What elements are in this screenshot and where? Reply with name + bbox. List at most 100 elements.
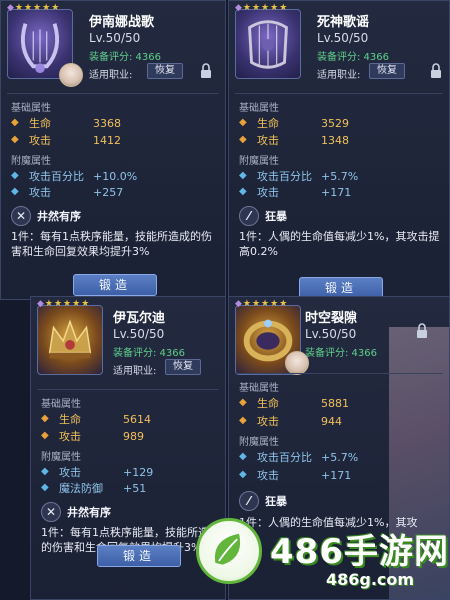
stat-value: 944 [321,414,342,428]
job-label: 适用职业: [89,70,133,81]
stat-value: 1412 [93,133,121,147]
character-portrait[interactable] [59,63,83,87]
stat-value: 989 [123,429,144,443]
equipment-name: 伊南娜战歌 [89,15,155,30]
set-name: 井然有序 [37,210,81,223]
stat-label: 攻击 [257,415,279,428]
enchant-label: 攻击 [257,186,279,199]
diamond-icon: ◆ [41,466,49,477]
slash-icon: ⁄ [239,206,259,226]
equipment-art-crown[interactable] [37,305,103,375]
stat-value: 3529 [321,116,349,130]
watermark-url: 486g.com [326,570,415,589]
equipment-score: 装备评分: 4366 [113,348,185,359]
enchant-value: +129 [123,465,154,479]
slash-icon: ⁄ [239,491,259,511]
watermark-title: 486手游网 [270,532,449,572]
divider [7,93,219,94]
enchant-label: 攻击百分比 [257,451,312,464]
lock-icon[interactable] [429,63,443,79]
stat-label: 攻击 [59,430,81,443]
stat-row-attack: ◆ 攻击 944 [239,413,342,429]
enchant-label: 攻击 [257,469,279,482]
restore-button[interactable]: 恢复 [147,63,183,79]
equipment-name: 伊瓦尔迪 [113,311,166,326]
lock-icon[interactable] [415,323,429,339]
divider [37,389,219,390]
star-rating: ◆★★★★★ [7,3,61,13]
diamond-icon: ◆ [239,134,247,145]
enchant-row: ◆ 攻击 +129 [41,464,153,480]
enchant-value: +51 [123,481,147,495]
star-rating: ◆★★★★★ [37,299,91,309]
forge-button[interactable]: 锻造 [97,545,181,567]
set-name-row: ⁄ 狂暴 [239,491,287,511]
equipment-card-inanna: ◆★★★★★ 伊南娜战歌 Lv.50/50 装备评分: 4366 适用职业: 恢… [0,0,226,300]
diamond-icon: ◆ [239,186,247,197]
set-name: 狂暴 [265,210,287,223]
enchant-attributes-title: 附魔属性 [41,452,81,463]
base-attributes-title: 基础属性 [11,103,51,114]
x-cross-icon: ✕ [41,502,61,522]
diamond-icon: ◆ [41,482,49,493]
equipment-level: Lv.50/50 [305,327,357,341]
set-description: 1件：人偶的生命值每减少1%，其攻击提高0.2% [239,230,440,258]
star-rating: ◆★★★★★ [235,299,289,309]
enchant-label: 攻击百分比 [29,170,84,183]
stat-label: 生命 [257,397,279,410]
enchant-value: +171 [321,468,352,482]
diamond-icon: ◆ [11,170,19,181]
stat-row-hp: ◆ 生命 5614 [41,411,151,427]
stat-row-hp: ◆ 生命 5881 [239,395,349,411]
equipment-score: 装备评分: 4366 [317,52,389,63]
enchant-row: ◆ 魔法防御 +51 [41,480,146,496]
lock-icon[interactable] [199,63,213,79]
stat-value: 5881 [321,396,349,410]
equipment-name: 死神歌谣 [317,15,370,30]
diamond-icon: ◆ [41,430,49,441]
stat-row-attack: ◆ 攻击 1348 [239,132,349,148]
stat-row-attack: ◆ 攻击 989 [41,428,144,444]
enchant-row: ◆ 攻击百分比 +5.7% [239,168,358,184]
set-name-row: ✕ 井然有序 [41,502,111,522]
enchant-label: 攻击 [59,466,81,479]
equipment-score: 装备评分: 4366 [89,52,161,63]
equipment-level: Lv.50/50 [317,31,369,45]
stat-row-hp: ◆ 生命 3368 [11,115,121,131]
enchant-attributes-title: 附魔属性 [239,156,279,167]
x-cross-icon: ✕ [11,206,31,226]
equipment-level: Lv.50/50 [113,327,165,341]
enchant-row: ◆ 攻击 +257 [11,184,123,200]
equipment-art-harp[interactable] [235,9,301,79]
enchant-value: +5.7% [321,169,359,183]
stat-value: 5614 [123,412,151,426]
divider [235,93,443,94]
equipment-card-death-ballad: ◆★★★★★ 死神歌谣 Lv.50/50 装备评分: 4366 适用职业: 恢复… [228,0,450,300]
restore-button[interactable]: 恢复 [165,359,201,375]
diamond-icon: ◆ [11,117,19,128]
enchant-value: +5.7% [321,450,359,464]
diamond-icon: ◆ [239,451,247,462]
stat-label: 攻击 [257,134,279,147]
equipment-level: Lv.50/50 [89,31,141,45]
enchant-row: ◆ 攻击 +171 [239,184,351,200]
forge-button[interactable]: 锻造 [73,274,157,296]
diamond-icon: ◆ [239,170,247,181]
base-attributes-title: 基础属性 [239,383,279,394]
enchant-label: 魔法防御 [59,482,103,495]
enchant-row: ◆ 攻击 +171 [239,467,351,483]
leaf-logo-icon [196,518,262,584]
equipment-name: 时空裂隙 [305,311,358,326]
divider [235,373,443,374]
enchant-label: 攻击 [29,186,51,199]
stat-row-attack: ◆ 攻击 1412 [11,132,121,148]
set-name-row: ⁄ 狂暴 [239,206,287,226]
stat-value: 1348 [321,133,349,147]
stat-row-hp: ◆ 生命 3529 [239,115,349,131]
restore-button[interactable]: 恢复 [369,63,405,79]
enchant-value: +257 [93,185,124,199]
enchant-attributes-title: 附魔属性 [11,156,51,167]
stat-label: 生命 [257,117,279,130]
stat-value: 3368 [93,116,121,130]
job-label: 适用职业: [317,70,361,81]
